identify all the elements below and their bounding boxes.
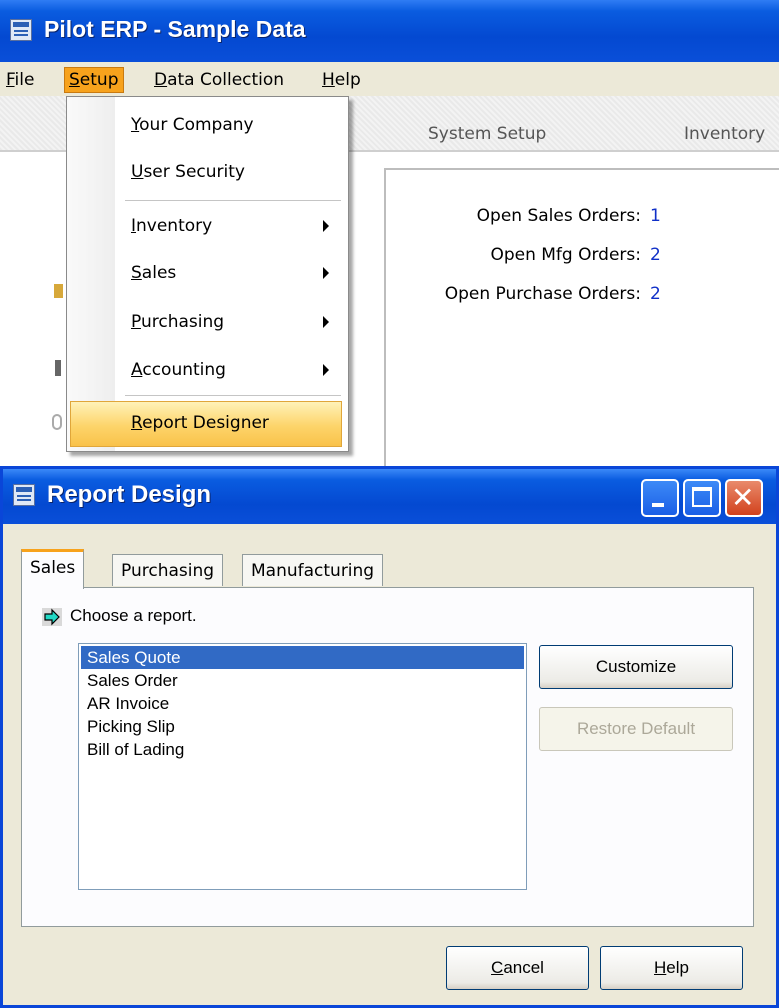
open-sales-orders-label: Open Sales Orders: [476,206,641,226]
menu-bar: File Setup Data Collection Help [0,62,779,97]
tab-purchasing[interactable]: Purchasing [112,554,224,586]
submenu-arrow-icon [323,364,329,376]
minimize-button[interactable] [641,479,679,517]
menu-help[interactable]: Help [318,68,365,92]
submenu-arrow-icon [323,316,329,328]
app-icon [10,19,32,41]
tab-inventory[interactable]: Inventory [684,124,765,144]
link-icon [52,414,62,430]
menu-gutter [67,97,115,451]
device-icon [55,360,61,376]
choose-report-prompt: Choose a report. [70,606,197,625]
list-item-sales-order[interactable]: Sales Order [81,669,524,692]
open-mfg-orders-value[interactable]: 2 [650,245,661,265]
sales-tab-panel: Choose a report. Sales Quote Sales Order… [21,587,754,927]
report-list[interactable]: Sales Quote Sales Order AR Invoice Picki… [78,643,527,890]
menu-item-accounting[interactable]: Accounting [131,358,226,382]
help-button[interactable]: Help [600,946,743,990]
menu-item-your-company[interactable]: Your Company [131,113,254,137]
arrow-right-icon [42,608,62,626]
tab-manufacturing[interactable]: Manufacturing [242,554,384,586]
menu-item-user-security[interactable]: User Security [131,160,245,184]
menu-file[interactable]: File [2,68,38,92]
dialog-app-icon [13,484,35,506]
main-title-bar[interactable]: Pilot ERP - Sample Data [0,0,779,62]
maximize-icon [692,487,712,507]
folder-icon [54,284,63,298]
menu-item-inventory[interactable]: Inventory [131,214,212,238]
restore-default-button[interactable]: Restore Default [539,707,733,751]
menu-item-sales[interactable]: Sales [131,261,176,285]
tab-system-setup[interactable]: System Setup [428,124,546,144]
tab-sales[interactable]: Sales [21,549,85,589]
close-icon: ✕ [731,481,755,514]
dialog-title: Report Design [47,481,212,508]
menu-item-purchasing[interactable]: Purchasing [131,310,224,334]
submenu-arrow-icon [323,220,329,232]
customize-button[interactable]: Customize [539,645,733,689]
maximize-button[interactable] [683,479,721,517]
menu-separator [125,200,341,201]
setup-dropdown-menu: Your Company User Security Inventory Sal… [66,96,349,452]
menu-setup[interactable]: Setup [64,67,124,93]
minimize-icon [652,503,664,507]
list-item-bill-of-lading[interactable]: Bill of Lading [81,738,524,761]
open-purchase-orders-label: Open Purchase Orders: [444,284,641,304]
menu-item-report-designer[interactable]: Report Designer [131,411,269,435]
menu-separator [125,395,341,396]
close-button[interactable]: ✕ [725,479,763,517]
cancel-button[interactable]: Cancel [446,946,589,990]
main-window-title: Pilot ERP - Sample Data [44,16,306,42]
open-sales-orders-value[interactable]: 1 [650,206,661,226]
open-mfg-orders-label: Open Mfg Orders: [490,245,641,265]
dialog-title-bar[interactable]: Report Design ✕ [3,469,776,524]
submenu-arrow-icon [323,267,329,279]
summary-panel: Open Sales Orders: 1 Open Mfg Orders: 2 … [384,168,779,466]
menu-data-collection[interactable]: Data Collection [150,68,288,92]
list-item-picking-slip[interactable]: Picking Slip [81,715,524,738]
report-design-dialog: Report Design ✕ Sales Purchasing Manufac… [0,466,779,1008]
list-item-sales-quote[interactable]: Sales Quote [81,646,524,669]
main-window: Pilot ERP - Sample Data File Setup Data … [0,0,779,466]
open-purchase-orders-value[interactable]: 2 [650,284,661,304]
list-item-ar-invoice[interactable]: AR Invoice [81,692,524,715]
